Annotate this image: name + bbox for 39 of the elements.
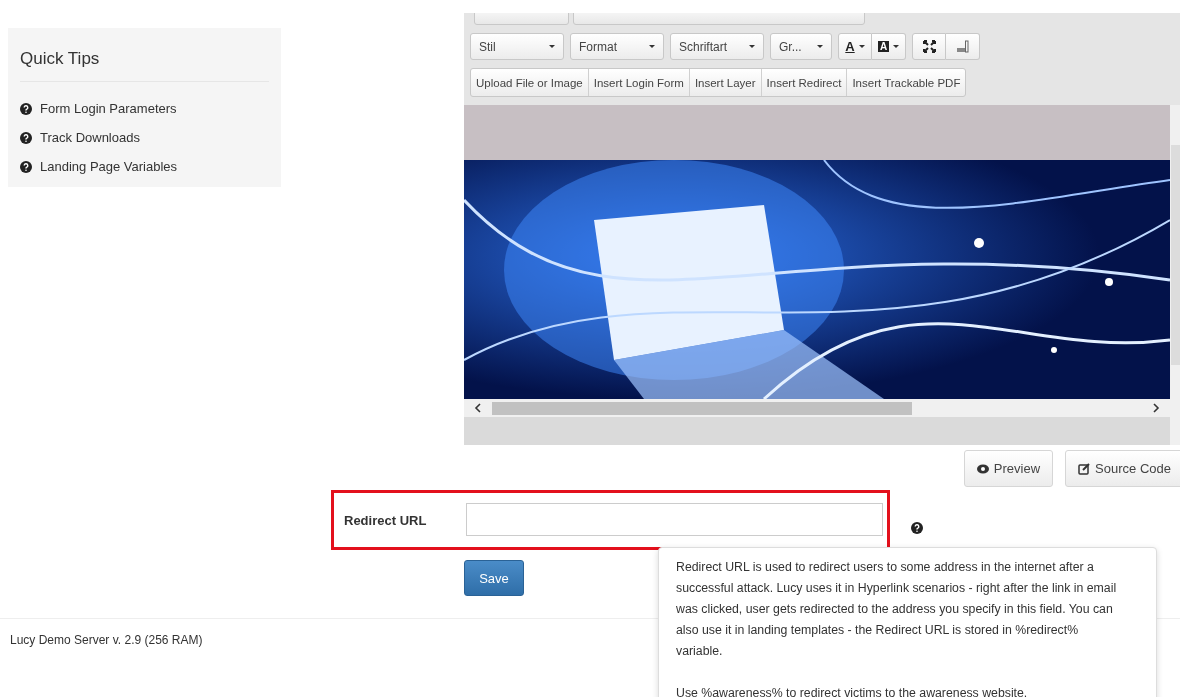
help-icon [20, 160, 32, 173]
edit-icon [1078, 462, 1091, 475]
blocks-icon [956, 40, 969, 53]
horizontal-scrollbar[interactable] [464, 399, 1170, 417]
tip-link[interactable]: Track Downloads [40, 130, 140, 145]
input-field[interactable] [465, 502, 883, 536]
dropdown[interactable]: Schriftart [670, 33, 764, 60]
caret-icon [749, 45, 755, 48]
action-button[interactable]: Preview [963, 450, 1054, 487]
maximize-button[interactable] [912, 33, 946, 60]
text-color-button[interactable]: A [838, 33, 872, 60]
insert-button[interactable]: Upload File or Image [471, 69, 589, 96]
help-icon [20, 102, 32, 115]
maximize-icon [922, 40, 936, 53]
vertical-scrollbar[interactable] [1170, 105, 1180, 445]
tip-link[interactable]: Form Login Parameters [40, 101, 177, 116]
caret-icon [649, 45, 655, 48]
dropdown[interactable]: Stil [470, 33, 564, 60]
caret-icon [817, 45, 823, 48]
background-color-button[interactable]: A [872, 33, 906, 60]
help-icon [20, 131, 32, 144]
help-icon[interactable] [911, 522, 923, 534]
insert-button[interactable]: Insert Login Form [588, 69, 690, 96]
insert-button[interactable]: Insert Redirect [761, 69, 848, 96]
field-label: Redirect URL [344, 512, 428, 528]
dropdown[interactable]: Gr... [770, 33, 832, 60]
dropdown[interactable]: Format [570, 33, 664, 60]
tooltip-text: Redirect URL is used to redirect users to some address in the internet after a successful attack. Lucy uses it in Hyperlink scenarios - right after the link in email was clicked, user gets redirected to the address you specify in this field. You can also use it in landing templates - the Redirect URL is stored in %redirect% variable. [676, 559, 1118, 660]
action-button[interactable]: Source Code [1065, 450, 1180, 487]
insert-button[interactable]: Insert Layer [689, 69, 762, 96]
eye-icon [976, 462, 989, 475]
tooltip-text: Use %awareness% to redirect victims to the awareness website. [676, 685, 1029, 697]
scroll-right-icon[interactable] [1152, 403, 1160, 413]
save-button[interactable]: Save [464, 560, 524, 596]
insert-button[interactable]: Insert Trackable PDF [847, 69, 966, 96]
caret-icon [549, 45, 555, 48]
tip-link[interactable]: Landing Page Variables [40, 159, 178, 174]
scroll-left-icon[interactable] [474, 403, 482, 413]
panel-title: Quick Tips [20, 28, 269, 82]
